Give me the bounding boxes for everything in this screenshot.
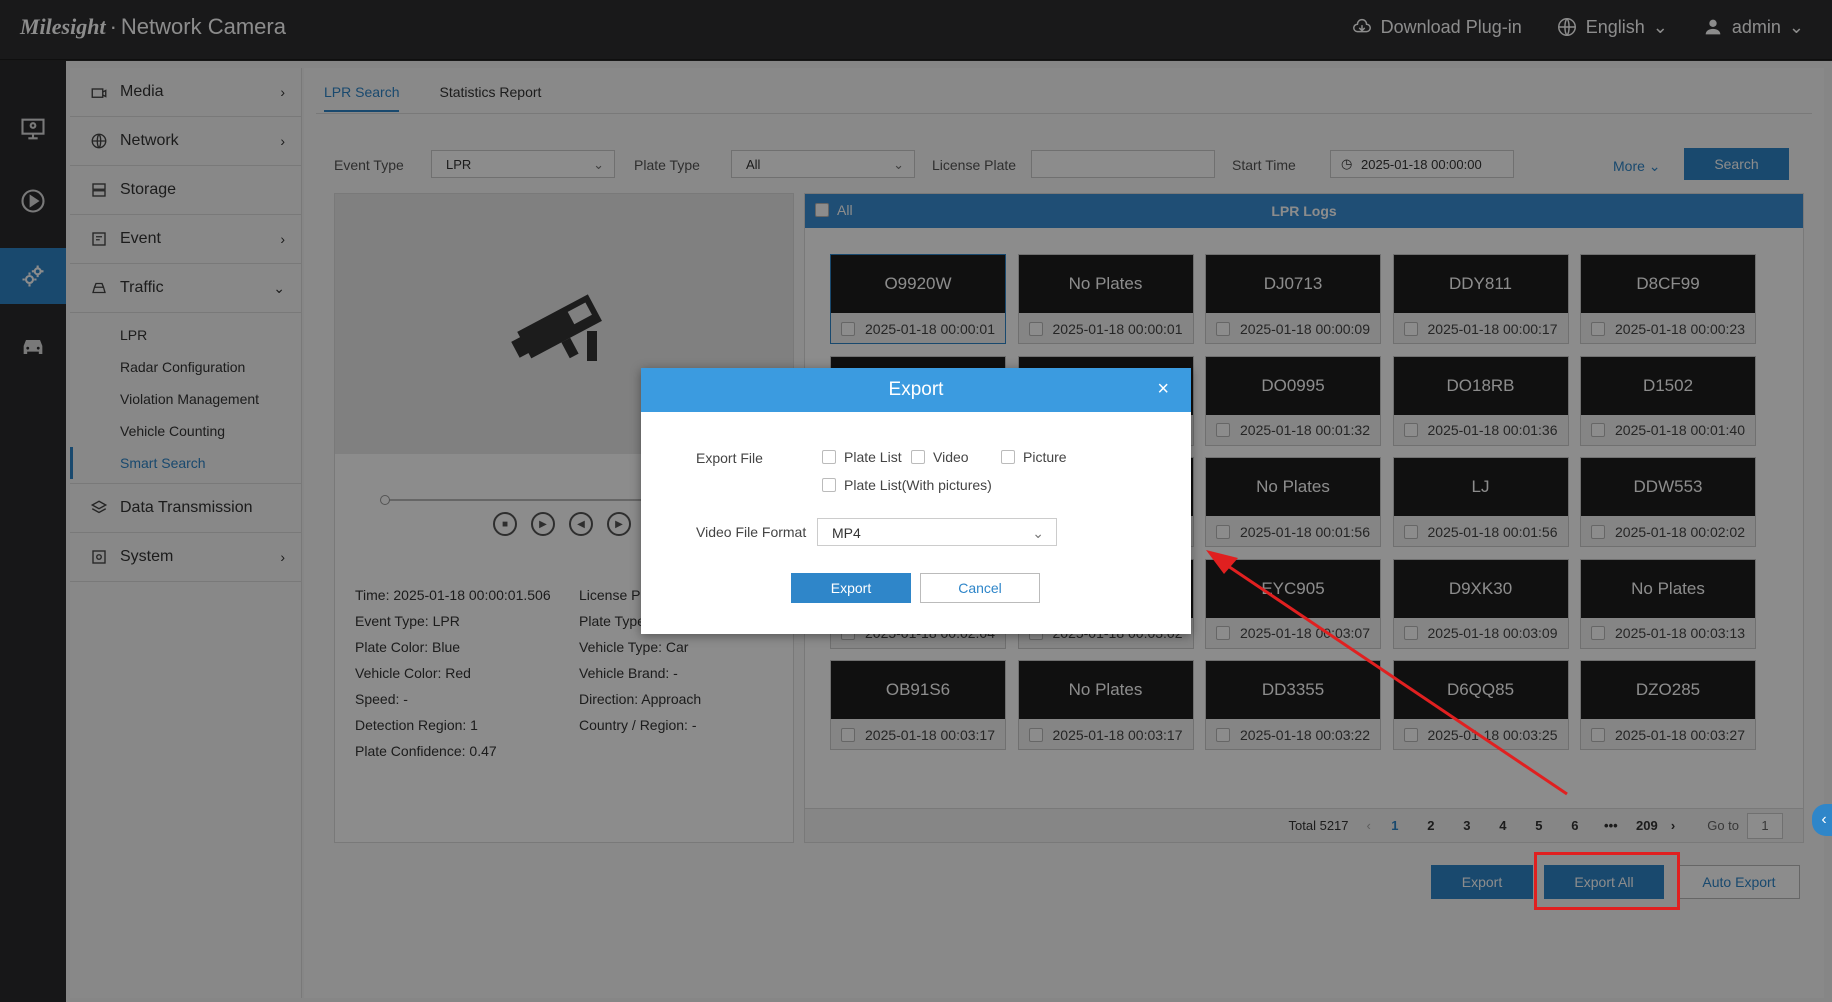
picture-checkbox[interactable] — [1001, 450, 1015, 464]
plate-list-checkbox[interactable] — [822, 450, 836, 464]
export-file-label: Export File — [696, 450, 763, 466]
option-picture[interactable]: Picture — [1001, 449, 1067, 465]
dialog-header: Export × — [641, 368, 1191, 412]
option-plate-list[interactable]: Plate List — [822, 449, 902, 465]
video-label: Video — [933, 449, 969, 465]
picture-label: Picture — [1023, 449, 1067, 465]
annotation-highlight-box — [1534, 852, 1680, 910]
plate-list-label: Plate List — [844, 449, 902, 465]
video-checkbox[interactable] — [911, 450, 925, 464]
close-icon[interactable]: × — [1157, 378, 1169, 401]
plate-list-pictures-label: Plate List(With pictures) — [844, 477, 992, 493]
dialog-cancel-button[interactable]: Cancel — [920, 573, 1040, 603]
export-dialog: Export × Export File Plate List Video Pi… — [641, 368, 1191, 634]
video-format-value: MP4 — [832, 525, 861, 541]
video-format-label: Video File Format — [696, 524, 807, 540]
option-plate-list-pictures[interactable]: Plate List(With pictures) — [822, 477, 992, 493]
video-format-select[interactable]: MP4 ⌄ — [817, 518, 1057, 546]
chevron-down-icon: ⌄ — [1032, 525, 1044, 541]
dialog-title: Export — [888, 379, 944, 400]
plate-list-pictures-checkbox[interactable] — [822, 478, 836, 492]
collapse-tab-icon[interactable]: ‹ — [1812, 804, 1832, 836]
dialog-export-button[interactable]: Export — [791, 573, 911, 603]
option-video[interactable]: Video — [911, 449, 969, 465]
